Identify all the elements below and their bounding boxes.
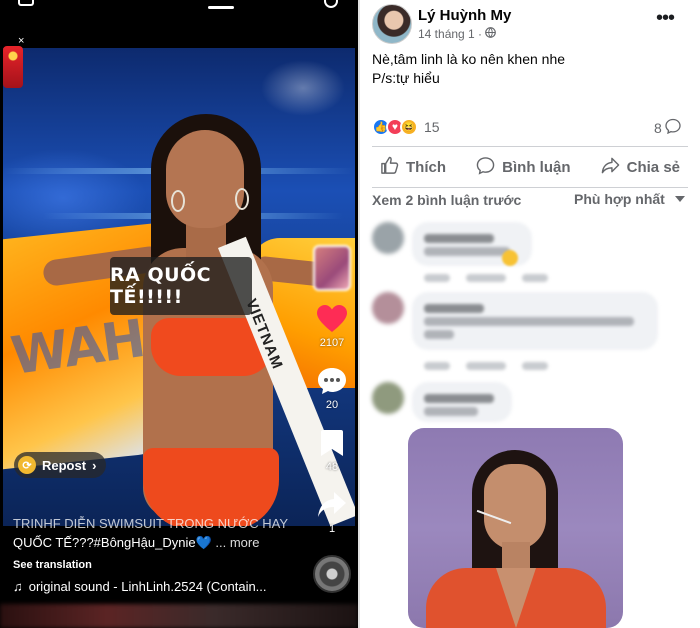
comment-image-attachment[interactable]: [408, 428, 623, 628]
blurred-text: [424, 247, 510, 256]
comment-count: 8: [654, 119, 662, 136]
like-count: 2107: [319, 337, 345, 349]
save-action[interactable]: 48: [310, 429, 354, 473]
caption-more-link[interactable]: ... more: [215, 535, 259, 550]
promo-badge[interactable]: ×: [3, 36, 27, 96]
comment-bubble: [412, 382, 512, 422]
earring: [235, 188, 249, 210]
post-text-line-1: Nè,tâm linh là ko nên khen nhe: [372, 51, 566, 67]
comment-bubble-icon[interactable]: [310, 367, 354, 395]
post-body: Nè,tâm linh là ko nên khen nhe P/s:tự hi…: [372, 50, 565, 88]
blurred-name: [424, 234, 494, 243]
tiktok-video-panel: WAH VIETNAM RA QUỐC TẾ!!!!! × 2107 20 48…: [0, 0, 358, 628]
search-icon[interactable]: [324, 0, 338, 8]
caption-line-2: QUỐC TẾ???#BôngHậu_Dynie💙 ... more: [13, 533, 303, 552]
tab-indicator: [208, 6, 234, 9]
comment-bubble: [412, 292, 658, 350]
caret-down-icon: [674, 196, 685, 202]
creator-avatar[interactable]: [313, 245, 351, 291]
gift-icon[interactable]: [3, 46, 23, 88]
comment-item: [372, 292, 682, 372]
comment-count-link[interactable]: 8: [654, 118, 681, 137]
author-name[interactable]: Lý Huỳnh My: [418, 7, 511, 24]
share-icon: [601, 156, 620, 179]
blurred-name: [424, 304, 484, 313]
share-count: 1: [328, 523, 336, 535]
comment-item: [372, 382, 672, 422]
blurred-name: [424, 394, 494, 403]
comment-label: Bình luận: [502, 158, 571, 176]
blurred-text: [424, 407, 478, 416]
post-text-line-2: P/s:tự hiểu: [372, 70, 440, 86]
share-action[interactable]: 1: [310, 491, 354, 535]
action-rail: 2107 20 48 1: [310, 245, 354, 553]
commenter-avatar[interactable]: [372, 222, 404, 254]
save-count: 48: [325, 461, 339, 473]
comment-meta: [424, 362, 548, 370]
comment-meta: [424, 274, 548, 282]
caption-hashtag-text[interactable]: QUỐC TẾ???#BôngHậu_Dynie💙: [13, 535, 212, 550]
repost-label: Repost: [42, 457, 87, 473]
video-caption[interactable]: TRINHF DIỄN SWIMSUIT TRONG NƯỚC HAY QUỐC…: [13, 514, 303, 552]
sound-link[interactable]: ♫ original sound - LinhLinh.2524 (Contai…: [13, 579, 303, 594]
performer-face: [166, 130, 244, 228]
bookmark-icon[interactable]: [310, 429, 354, 457]
image-person-face: [484, 464, 546, 550]
see-translation-link[interactable]: See translation: [13, 559, 92, 571]
sort-label: Phù hợp nhất: [574, 191, 665, 207]
share-arrow-icon[interactable]: [310, 491, 354, 519]
emoji-icon: [502, 250, 518, 266]
facebook-post-panel: Lý Huỳnh My 14 tháng 1 · ••• Nè,tâm linh…: [360, 0, 700, 628]
comment-action[interactable]: 20: [310, 367, 354, 411]
like-button[interactable]: Thích: [380, 156, 446, 179]
post-time-text: 14 tháng 1 ·: [418, 27, 483, 41]
caption-line-1: TRINHF DIỄN SWIMSUIT TRONG NƯỚC HAY: [13, 516, 289, 531]
view-previous-comments-link[interactable]: Xem 2 bình luận trước: [372, 192, 521, 208]
comment-sort-dropdown[interactable]: Phù hợp nhất: [574, 191, 685, 207]
sound-label: original sound - LinhLinh.2524 (Contain.…: [28, 579, 267, 594]
close-icon[interactable]: ×: [18, 36, 24, 47]
post-timestamp[interactable]: 14 tháng 1 ·: [418, 27, 496, 41]
heart-icon[interactable]: [310, 305, 354, 333]
repost-icon: ⟳: [18, 456, 36, 474]
globe-icon: [485, 27, 496, 41]
tiktok-top-bar: [0, 0, 358, 14]
next-video-preview[interactable]: [0, 604, 358, 628]
comment-button[interactable]: Bình luận: [476, 156, 570, 179]
share-button[interactable]: Chia sẻ: [601, 156, 680, 179]
music-note-icon: ♫: [13, 579, 23, 594]
author-avatar[interactable]: [372, 4, 412, 44]
commenter-avatar[interactable]: [372, 292, 404, 324]
commenter-avatar[interactable]: [372, 382, 404, 414]
repost-button[interactable]: ⟳ Repost ›: [14, 452, 107, 478]
chevron-right-icon: ›: [92, 457, 97, 473]
comment-item: [372, 222, 672, 286]
reaction-summary[interactable]: 👍 ♥ 😆 15: [372, 118, 440, 136]
more-options-icon[interactable]: •••: [656, 8, 675, 28]
like-label: Thích: [406, 158, 446, 176]
comment-bubble-icon: [665, 118, 681, 137]
comment-count: 20: [325, 399, 339, 411]
blurred-text: [424, 330, 454, 339]
inbox-icon[interactable]: [18, 0, 34, 6]
haha-reaction-icon: 😆: [400, 118, 418, 136]
earring: [171, 190, 185, 212]
sound-disc-icon[interactable]: [313, 555, 351, 593]
share-label: Chia sẻ: [626, 158, 680, 176]
reaction-count: 15: [424, 119, 440, 135]
video-overlay-caption: RA QUỐC TẾ!!!!!: [110, 257, 252, 315]
post-action-bar: Thích Bình luận Chia sẻ: [372, 146, 688, 188]
comment-icon: [476, 156, 495, 179]
like-action[interactable]: 2107: [310, 305, 354, 349]
blurred-text: [424, 317, 634, 326]
thumbs-up-icon: [380, 156, 399, 179]
